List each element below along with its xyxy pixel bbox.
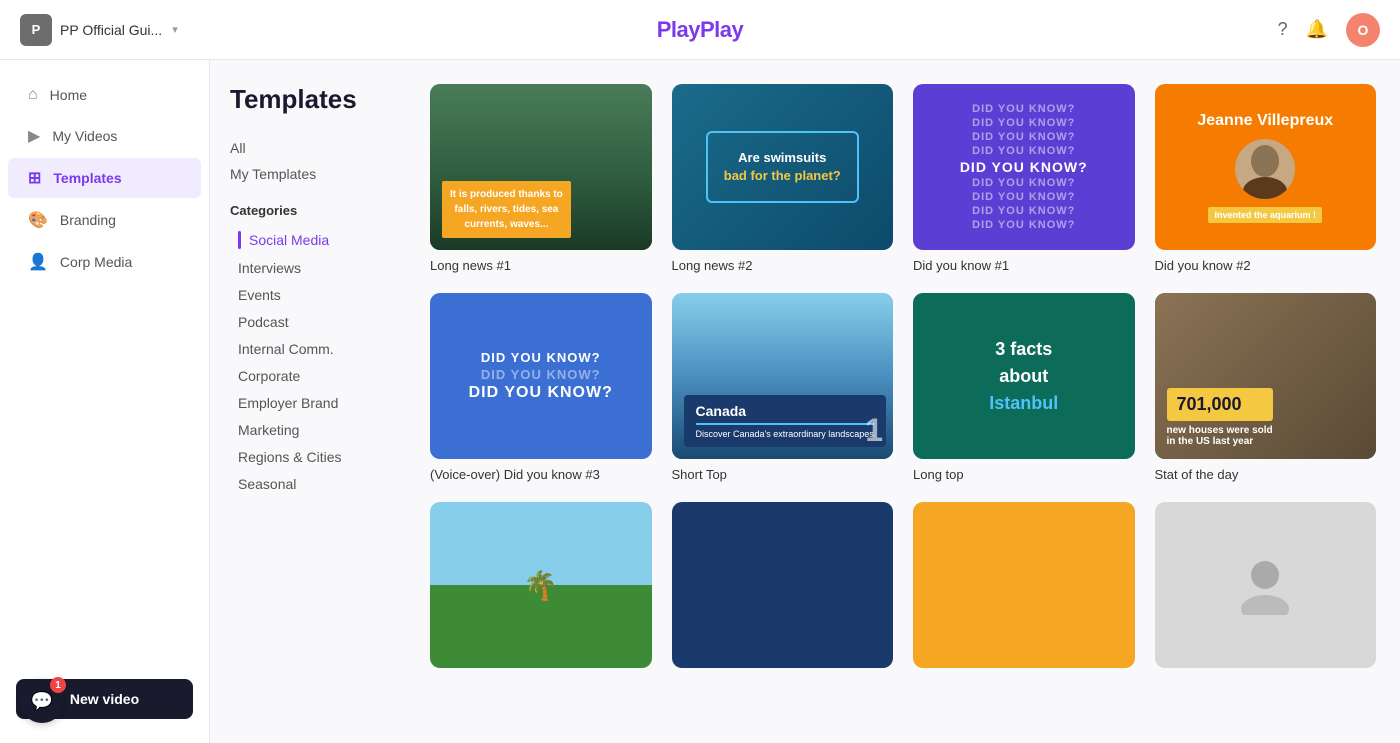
templates-grid: It is produced thanks tofalls, rivers, t… xyxy=(430,84,1376,676)
category-employer-brand[interactable]: Employer Brand xyxy=(230,390,410,416)
template-card-did-you-know-3[interactable]: DID YOU KNOW? DID YOU KNOW? DID YOU KNOW… xyxy=(430,293,652,482)
main: Templates All My Templates Categories So… xyxy=(210,60,1400,743)
template-thumbnail-long-news-1: It is produced thanks tofalls, rivers, t… xyxy=(430,84,652,250)
org-name: PP Official Gui... xyxy=(60,22,162,38)
template-card-bottom-2[interactable] xyxy=(672,502,894,676)
category-events[interactable]: Events xyxy=(230,282,410,308)
template-label-did-you-know-3: (Voice-over) Did you know #3 xyxy=(430,467,652,482)
template-card-did-you-know-2[interactable]: Jeanne Villepreux Invented the aquarium … xyxy=(1155,84,1377,273)
template-thumbnail-bottom-3 xyxy=(913,502,1135,668)
templates-icon: ⊞ xyxy=(28,168,41,188)
user-avatar[interactable]: O xyxy=(1346,13,1380,47)
sidebar-item-my-videos[interactable]: ▶ My Videos xyxy=(8,116,201,156)
categories-header: Categories xyxy=(230,203,410,218)
template-thumbnail-bottom-4 xyxy=(1155,502,1377,668)
template-thumbnail-did-you-know-1: DID YOU KNOW? DID YOU KNOW? DID YOU KNOW… xyxy=(913,84,1135,250)
org-switcher[interactable]: P PP Official Gui... ▾ xyxy=(20,14,178,46)
template-card-long-news-2[interactable]: Are swimsuitsbad for the planet? Long ne… xyxy=(672,84,894,273)
sidebar-item-corp-media[interactable]: 👤 Corp Media xyxy=(8,242,201,282)
page-title: Templates xyxy=(230,84,410,115)
org-initial: P xyxy=(32,22,41,37)
template-thumbnail-short-top: Canada Discover Canada's extraordinary l… xyxy=(672,293,894,459)
sidebar-nav: ⌂ Home ▶ My Videos ⊞ Templates 🎨 Brandin… xyxy=(0,76,209,667)
person-icon xyxy=(1235,555,1295,615)
template-thumbnail-long-news-2: Are swimsuitsbad for the planet? xyxy=(672,84,894,250)
category-internal-comm[interactable]: Internal Comm. xyxy=(230,336,410,362)
chat-bubble[interactable]: 💬 1 xyxy=(20,679,64,723)
help-icon[interactable]: ? xyxy=(1278,19,1288,40)
sidebar-label-corp-media: Corp Media xyxy=(60,254,132,270)
templates-grid-area: It is produced thanks tofalls, rivers, t… xyxy=(430,60,1400,743)
short-top-number: 1 xyxy=(865,412,883,449)
template-label-long-top: Long top xyxy=(913,467,1135,482)
template-label-stat-of-day: Stat of the day xyxy=(1155,467,1377,482)
template-thumbnail-bottom-2 xyxy=(672,502,894,668)
sidebar-item-branding[interactable]: 🎨 Branding xyxy=(8,200,201,240)
chat-badge: 1 xyxy=(50,677,66,693)
category-corporate[interactable]: Corporate xyxy=(230,363,410,389)
templates-sidebar: Templates All My Templates Categories So… xyxy=(210,60,430,743)
template-card-bottom-3[interactable] xyxy=(913,502,1135,676)
category-marketing[interactable]: Marketing xyxy=(230,417,410,443)
category-seasonal[interactable]: Seasonal xyxy=(230,471,410,497)
play-icon: ▶ xyxy=(28,126,40,146)
category-interviews[interactable]: Interviews xyxy=(230,255,410,281)
template-label-did-you-know-1: Did you know #1 xyxy=(913,258,1135,273)
branding-icon: 🎨 xyxy=(28,210,48,230)
template-card-did-you-know-1[interactable]: DID YOU KNOW? DID YOU KNOW? DID YOU KNOW… xyxy=(913,84,1135,273)
corp-media-icon: 👤 xyxy=(28,252,48,272)
template-label-long-news-2: Long news #2 xyxy=(672,258,894,273)
sidebar-label-branding: Branding xyxy=(60,212,116,228)
template-card-long-top[interactable]: 3 factsaboutIstanbul Long top xyxy=(913,293,1135,482)
notifications-icon[interactable]: 🔔 xyxy=(1306,19,1328,40)
body: ⌂ Home ▶ My Videos ⊞ Templates 🎨 Brandin… xyxy=(0,60,1400,743)
template-card-bottom-4[interactable] xyxy=(1155,502,1377,676)
template-thumbnail-bottom-1: 🌴 xyxy=(430,502,652,668)
sidebar-item-home[interactable]: ⌂ Home xyxy=(8,76,201,114)
template-card-long-news-1[interactable]: It is produced thanks tofalls, rivers, t… xyxy=(430,84,652,273)
template-label-long-news-1: Long news #1 xyxy=(430,258,652,273)
header: P PP Official Gui... ▾ PlayPlay ? 🔔 O xyxy=(0,0,1400,60)
template-label-short-top: Short Top xyxy=(672,467,894,482)
category-podcast[interactable]: Podcast xyxy=(230,309,410,335)
home-icon: ⌂ xyxy=(28,86,38,104)
template-label-did-you-know-2: Did you know #2 xyxy=(1155,258,1377,273)
app-logo: PlayPlay xyxy=(657,17,744,43)
sidebar-label-home: Home xyxy=(50,87,87,103)
template-thumbnail-did-you-know-3: DID YOU KNOW? DID YOU KNOW? DID YOU KNOW… xyxy=(430,293,652,459)
template-card-bottom-1[interactable]: 🌴 xyxy=(430,502,652,676)
template-thumbnail-did-you-know-2: Jeanne Villepreux Invented the aquarium … xyxy=(1155,84,1377,250)
templates-link-all[interactable]: All xyxy=(230,135,410,161)
header-actions: ? 🔔 O xyxy=(1278,13,1380,47)
chat-icon: 💬 xyxy=(31,691,53,712)
sidebar-label-my-videos: My Videos xyxy=(52,128,117,144)
chevron-down-icon: ▾ xyxy=(172,23,178,36)
sidebar: ⌂ Home ▶ My Videos ⊞ Templates 🎨 Brandin… xyxy=(0,60,210,743)
category-regions-cities[interactable]: Regions & Cities xyxy=(230,444,410,470)
template-card-short-top[interactable]: Canada Discover Canada's extraordinary l… xyxy=(672,293,894,482)
template-thumbnail-stat-of-day: 701,000 new houses were soldin the US la… xyxy=(1155,293,1377,459)
template-thumbnail-long-top: 3 factsaboutIstanbul xyxy=(913,293,1135,459)
active-indicator xyxy=(238,231,241,249)
org-avatar: P xyxy=(20,14,52,46)
templates-link-my-templates[interactable]: My Templates xyxy=(230,161,410,187)
template-card-stat-of-day[interactable]: 701,000 new houses were soldin the US la… xyxy=(1155,293,1377,482)
category-social-media[interactable]: Social Media xyxy=(230,226,410,254)
beach-icon: 🌴 xyxy=(523,569,558,602)
sidebar-label-templates: Templates xyxy=(53,170,121,186)
sidebar-item-templates[interactable]: ⊞ Templates xyxy=(8,158,201,198)
